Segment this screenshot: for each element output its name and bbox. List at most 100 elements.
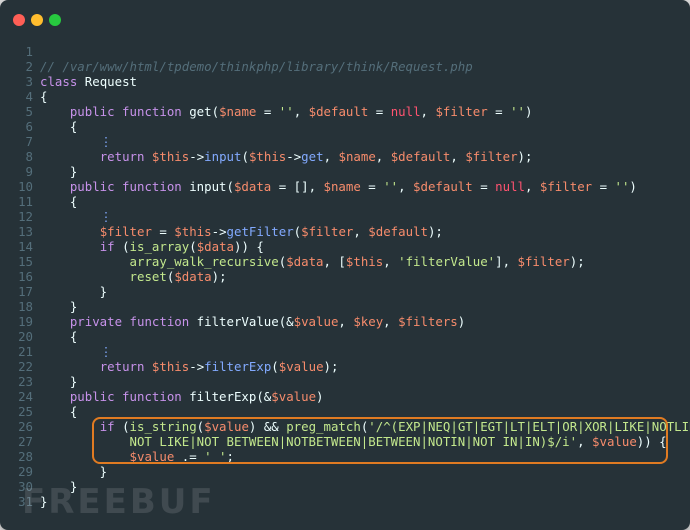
code-token: class bbox=[40, 74, 78, 89]
code-token: // /var/www/html/tpdemo/thinkphp/library… bbox=[40, 59, 473, 74]
code-token: } bbox=[40, 374, 78, 389]
code-text: } bbox=[40, 284, 107, 299]
code-token: = bbox=[472, 179, 496, 194]
code-token: { bbox=[40, 119, 78, 134]
code-token: get bbox=[301, 149, 324, 164]
code-token: $data bbox=[174, 269, 212, 284]
code-text: ⋮ bbox=[40, 209, 112, 224]
line-number: 8 bbox=[25, 149, 33, 164]
code-token: { bbox=[40, 194, 78, 209]
line-number: 3 bbox=[25, 74, 33, 89]
code-token: $default bbox=[368, 224, 428, 239]
line-number: 12 bbox=[18, 209, 33, 224]
code-line: 29 } bbox=[0, 464, 690, 479]
code-token: , bbox=[524, 179, 540, 194]
code-token: $data bbox=[233, 179, 272, 194]
close-window-button[interactable] bbox=[13, 14, 25, 26]
code-text: public function filterExp(&$value) bbox=[40, 389, 324, 404]
code-token: $filter bbox=[517, 254, 570, 269]
code-text: reset($data); bbox=[40, 269, 227, 284]
ellipsis-icon: ⋮ bbox=[99, 134, 113, 149]
code-token: $name bbox=[338, 149, 376, 164]
code-token: } bbox=[40, 164, 78, 179]
ellipsis-icon: ⋮ bbox=[99, 344, 113, 359]
line-number: 14 bbox=[18, 239, 33, 254]
code-token: $this bbox=[345, 254, 384, 269]
code-token: ( bbox=[114, 239, 130, 254]
line-number: 1 bbox=[25, 44, 33, 59]
code-text: public function input($data = [], $name … bbox=[40, 179, 637, 194]
code-line: 10 public function input($data = [], $na… bbox=[0, 179, 690, 194]
code-token: '' bbox=[510, 104, 525, 119]
line-number: 16 bbox=[18, 269, 33, 284]
code-token: = [], bbox=[271, 179, 324, 194]
code-line: 5 public function get($name = '', $defau… bbox=[0, 104, 690, 119]
line-number: 15 bbox=[18, 254, 33, 269]
code-token: private function bbox=[69, 314, 190, 329]
line-number: 2 bbox=[25, 59, 33, 74]
code-token: $this bbox=[248, 149, 287, 164]
code-token: $data bbox=[286, 254, 324, 269]
code-line: 17 } bbox=[0, 284, 690, 299]
code-token: = bbox=[368, 104, 391, 119]
code-token: )) { bbox=[234, 239, 264, 254]
code-token: , bbox=[398, 179, 414, 194]
code-window: 1 2 // /var/www/html/tpdemo/thinkphp/libra… bbox=[0, 0, 690, 530]
code-token: ( bbox=[271, 359, 279, 374]
code-token: '' bbox=[278, 104, 294, 119]
line-number: 11 bbox=[18, 194, 33, 209]
code-token: , bbox=[338, 314, 354, 329]
code-token: $default bbox=[308, 104, 369, 119]
code-token: Request bbox=[77, 74, 137, 89]
code-token: , bbox=[383, 254, 399, 269]
line-number: 10 bbox=[18, 179, 33, 194]
code-line: 4{ bbox=[0, 89, 690, 104]
code-token: } bbox=[40, 464, 108, 479]
line-number: 17 bbox=[18, 284, 33, 299]
code-line: 1 bbox=[0, 44, 690, 59]
code-token: filterExp(& bbox=[181, 389, 272, 404]
window-titlebar bbox=[0, 0, 690, 38]
code-token: ) bbox=[316, 389, 324, 404]
minimize-window-button[interactable] bbox=[31, 14, 43, 26]
code-line: 24 public function filterExp(&$value) bbox=[0, 389, 690, 404]
maximize-window-button[interactable] bbox=[49, 14, 61, 26]
code-token: ) bbox=[524, 104, 533, 119]
code-token: public function bbox=[69, 389, 182, 404]
code-token: ) bbox=[629, 179, 637, 194]
line-number: 19 bbox=[18, 314, 33, 329]
code-token: , bbox=[383, 314, 399, 329]
code-token: $data bbox=[196, 239, 234, 254]
code-token: ( bbox=[241, 149, 249, 164]
code-token: $filters bbox=[398, 314, 458, 329]
code-text: ⋮ bbox=[40, 344, 112, 359]
code-text: { bbox=[40, 89, 47, 104]
code-token: , bbox=[375, 149, 391, 164]
code-text: public function get($name = '', $default… bbox=[40, 104, 533, 119]
line-number: 5 bbox=[25, 104, 33, 119]
code-token: = bbox=[592, 179, 615, 194]
code-token: input( bbox=[181, 179, 234, 194]
code-line: 2 // /var/www/html/tpdemo/thinkphp/librar… bbox=[0, 59, 690, 74]
line-number: 24 bbox=[18, 389, 33, 404]
code-text: { bbox=[40, 329, 77, 344]
code-token: getFilter bbox=[226, 224, 294, 239]
code-token: ); bbox=[211, 269, 227, 284]
code-text: { bbox=[40, 404, 77, 419]
code-token: -> bbox=[286, 149, 302, 164]
code-line: 6 { bbox=[0, 119, 690, 134]
ellipsis-icon: ⋮ bbox=[99, 209, 113, 224]
code-text: return $this->input($this->get, $name, $… bbox=[40, 149, 533, 164]
code-token: = bbox=[487, 104, 511, 119]
code-text: } bbox=[40, 164, 77, 179]
code-line: 22 return $this->filterExp($value); bbox=[0, 359, 690, 374]
highlight-box bbox=[92, 417, 668, 464]
code-token: return bbox=[99, 149, 145, 164]
